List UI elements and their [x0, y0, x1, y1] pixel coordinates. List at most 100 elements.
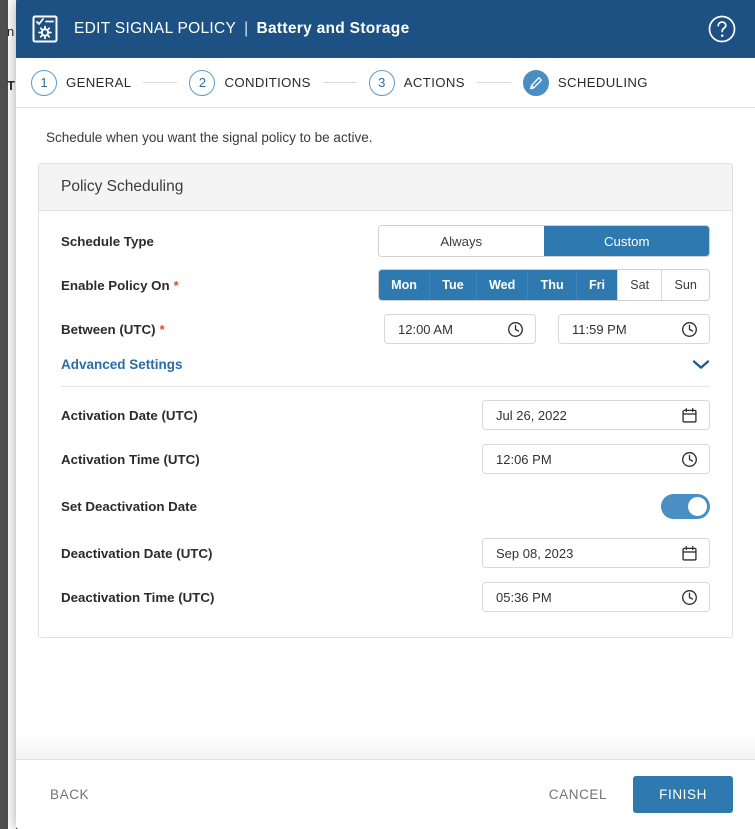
advanced-settings-section: Activation Date (UTC) Jul 26, 2022 Activ…	[61, 387, 710, 619]
deactivation-date-control: Sep 08, 2023	[482, 538, 710, 568]
step-general-number: 1	[31, 69, 57, 96]
dialog-title-separator: |	[244, 20, 249, 37]
row-set-deactivation-date: Set Deactivation Date	[61, 481, 710, 531]
dialog-title: EDIT SIGNAL POLICY | Battery and Storage	[74, 20, 410, 38]
activation-date-input[interactable]: Jul 26, 2022	[482, 400, 710, 430]
policy-scheduling-panel: Policy Scheduling Schedule Type Always C…	[38, 163, 733, 638]
step-general[interactable]: 1 GENERAL	[31, 69, 132, 96]
step-actions[interactable]: 3 ACTIONS	[368, 69, 465, 96]
set-deactivation-date-control	[661, 493, 710, 519]
between-utc-label: Between (UTC) *	[61, 322, 165, 337]
step-actions-number: 3	[368, 69, 395, 96]
step-conditions[interactable]: 2 CONDITIONS	[189, 69, 311, 96]
chevron-down-icon[interactable]	[692, 359, 710, 370]
background-text-fragment-mid: T	[7, 79, 15, 92]
dialog-title-subject: Battery and Storage	[256, 20, 410, 37]
step-conditions-label: CONDITIONS	[224, 75, 311, 90]
schedule-type-option-custom[interactable]: Custom	[543, 226, 709, 256]
activation-date-value: Jul 26, 2022	[496, 407, 567, 423]
enable-policy-on-required-marker: *	[173, 277, 179, 293]
between-start-time-input[interactable]: 12:00 AM	[384, 314, 536, 344]
advanced-settings-row[interactable]: Advanced Settings	[61, 351, 710, 387]
deactivation-date-value: Sep 08, 2023	[496, 545, 574, 561]
finish-button[interactable]: FINISH	[633, 776, 733, 813]
row-enable-policy-on: Enable Policy On * Mon Tue Wed Thu Fri Sa…	[61, 263, 710, 307]
between-start-time-value: 12:00 AM	[398, 321, 453, 337]
deactivation-date-input[interactable]: Sep 08, 2023	[482, 538, 710, 568]
day-selector: Mon Tue Wed Thu Fri Sat Sun	[378, 269, 710, 301]
deactivation-time-label: Deactivation Time (UTC)	[61, 589, 215, 605]
dialog-body: Schedule when you want the signal policy…	[16, 108, 755, 759]
schedule-type-segmented: Always Custom	[378, 225, 710, 257]
deactivation-time-value: 05:36 PM	[496, 589, 552, 605]
day-mon[interactable]: Mon	[379, 270, 430, 300]
panel-title: Policy Scheduling	[39, 164, 732, 211]
step-general-label: GENERAL	[66, 75, 132, 90]
clock-icon[interactable]	[681, 451, 698, 468]
app-root: n T EDIT SIGNAL POLICY | Battery and Sto…	[0, 0, 755, 829]
step-connector-1	[143, 82, 178, 83]
row-schedule-type: Schedule Type Always Custom	[61, 219, 710, 263]
day-fri[interactable]: Fri	[575, 270, 618, 300]
deactivation-time-control: 05:36 PM	[482, 582, 710, 612]
activation-time-value: 12:06 PM	[496, 451, 552, 467]
activation-time-input[interactable]: 12:06 PM	[482, 444, 710, 474]
day-thu[interactable]: Thu	[527, 270, 576, 300]
activation-time-control: 12:06 PM	[482, 444, 710, 474]
day-sun[interactable]: Sun	[661, 270, 709, 300]
background-page	[8, 0, 16, 829]
between-end-time-input[interactable]: 11:59 PM	[558, 314, 710, 344]
schedule-type-label: Schedule Type	[61, 233, 154, 249]
wizard-stepper: 1 GENERAL 2 CONDITIONS 3 ACTIONS SCHEDUL…	[16, 58, 755, 108]
enable-policy-on-control: Mon Tue Wed Thu Fri Sat Sun	[378, 269, 710, 301]
schedule-type-control: Always Custom	[378, 225, 710, 257]
between-utc-required-marker: *	[159, 321, 165, 337]
set-deactivation-date-toggle[interactable]	[661, 493, 710, 519]
day-sat[interactable]: Sat	[617, 270, 662, 300]
step-connector-3	[476, 82, 511, 83]
activation-time-label: Activation Time (UTC)	[61, 451, 200, 467]
panel-body: Schedule Type Always Custom Enable Polic…	[39, 211, 732, 637]
policy-document-gear-icon	[32, 15, 58, 43]
clock-icon[interactable]	[681, 589, 698, 606]
calendar-icon[interactable]	[681, 407, 698, 424]
step-scheduling-label: SCHEDULING	[557, 75, 648, 90]
activation-date-control: Jul 26, 2022	[482, 400, 710, 430]
day-wed[interactable]: Wed	[475, 270, 528, 300]
dialog-title-main: EDIT SIGNAL POLICY	[74, 20, 237, 37]
dialog-footer: BACK CANCEL FINISH	[16, 759, 755, 829]
between-utc-label-text: Between (UTC)	[61, 321, 156, 337]
help-circle-icon[interactable]	[707, 14, 737, 44]
step-scheduling[interactable]: SCHEDULING	[522, 69, 648, 96]
pencil-icon	[529, 76, 542, 89]
between-end-time-value: 11:59 PM	[572, 321, 627, 337]
background-text-fragment-top: n	[7, 25, 15, 38]
dialog-titlebar: EDIT SIGNAL POLICY | Battery and Storage	[16, 0, 755, 58]
activation-date-label: Activation Date (UTC)	[61, 407, 198, 423]
deactivation-date-label: Deactivation Date (UTC)	[61, 545, 213, 561]
row-activation-date: Activation Date (UTC) Jul 26, 2022	[61, 393, 710, 437]
back-button[interactable]: BACK	[46, 779, 93, 810]
step-scheduling-indicator	[522, 69, 549, 96]
clock-icon[interactable]	[507, 321, 524, 338]
intro-text: Schedule when you want the signal policy…	[46, 130, 373, 145]
advanced-settings-link[interactable]: Advanced Settings	[61, 357, 183, 372]
row-deactivation-date: Deactivation Date (UTC) Sep 08, 2023	[61, 531, 710, 575]
clock-icon[interactable]	[681, 321, 698, 338]
row-between-utc: Between (UTC) * 12:00 AM 11:59 PM	[61, 307, 710, 351]
enable-policy-on-label: Enable Policy On *	[61, 278, 179, 293]
enable-policy-on-label-text: Enable Policy On	[61, 277, 170, 293]
cancel-button[interactable]: CANCEL	[545, 779, 611, 810]
set-deactivation-date-label: Set Deactivation Date	[61, 498, 197, 514]
row-deactivation-time: Deactivation Time (UTC) 05:36 PM	[61, 575, 710, 619]
edit-signal-policy-dialog: EDIT SIGNAL POLICY | Battery and Storage…	[16, 0, 755, 829]
between-utc-control: 12:00 AM 11:59 PM	[384, 314, 710, 344]
step-actions-label: ACTIONS	[403, 75, 465, 90]
day-tue[interactable]: Tue	[429, 270, 476, 300]
row-activation-time: Activation Time (UTC) 12:06 PM	[61, 437, 710, 481]
background-left-rail	[0, 0, 8, 829]
calendar-icon[interactable]	[681, 545, 698, 562]
deactivation-time-input[interactable]: 05:36 PM	[482, 582, 710, 612]
step-conditions-number: 2	[189, 69, 216, 96]
schedule-type-option-always[interactable]: Always	[379, 226, 544, 256]
